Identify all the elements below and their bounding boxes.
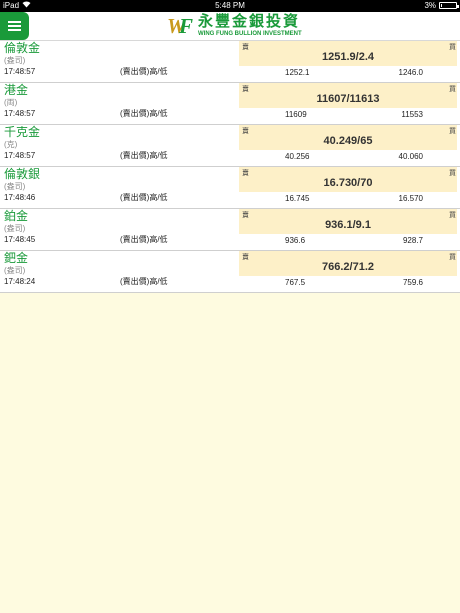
update-time: 17:48:24 [4, 277, 36, 286]
menu-button[interactable] [0, 12, 29, 40]
quote-list: 倫敦金 (盎司) 17:48:57 (賣出價)高/低 賣 買 1251.9/2.… [0, 41, 460, 293]
update-time: 17:48:57 [4, 151, 36, 160]
range-caption: (賣出價)高/低 [120, 235, 168, 244]
bid-ask-quote: 16.730/70 [323, 177, 373, 189]
low-price: 11553 [401, 110, 423, 119]
product-unit: (盎司) [4, 182, 26, 191]
product-name: 港金 [4, 83, 29, 97]
clock: 5:48 PM [215, 1, 245, 10]
bid-ask-quote: 1251.9/2.4 [322, 51, 374, 63]
quote-row[interactable]: 倫敦銀 (盎司) 17:48:46 (賣出價)高/低 賣 買 16.730/70… [0, 167, 460, 209]
product-unit: (両) [4, 98, 18, 107]
logo-mark: WF [167, 13, 194, 39]
logo-chinese-name: 永豐金銀投資 [198, 13, 301, 30]
update-time: 17:48:46 [4, 193, 36, 202]
range-caption: (賣出價)高/低 [120, 193, 168, 202]
low-price: 759.6 [402, 278, 423, 287]
range-caption: (賣出價)高/低 [120, 67, 168, 76]
range-caption: (賣出價)高/低 [120, 277, 168, 286]
app-header: WF 永豐金銀投資 WING FUNG BULLION INVESTMENT [0, 12, 460, 41]
quote-row[interactable]: 港金 (両) 17:48:57 (賣出價)高/低 賣 買 11607/11613… [0, 83, 460, 125]
hamburger-line [8, 25, 21, 27]
hamburger-line [8, 29, 21, 31]
high-price: 1252.1 [285, 68, 310, 77]
product-unit: (克) [4, 140, 18, 149]
high-price: 40.256 [285, 152, 310, 161]
product-name: 鈀金 [4, 251, 29, 265]
hamburger-icon [8, 21, 21, 23]
high-price: 16.745 [285, 194, 310, 203]
low-price: 1246.0 [398, 68, 423, 77]
logo-english-name: WING FUNG BULLION INVESTMENT [198, 31, 302, 37]
status-bar: iPad 5:48 PM 3% [0, 0, 460, 12]
product-unit: (盎司) [4, 266, 26, 275]
battery-icon [439, 2, 459, 9]
product-unit: (盎司) [4, 224, 26, 233]
range-caption: (賣出價)高/低 [120, 151, 168, 160]
product-unit: (盎司) [4, 56, 26, 65]
update-time: 17:48:57 [4, 109, 36, 118]
high-price: 936.6 [285, 236, 306, 245]
bid-ask-quote: 766.2/71.2 [322, 261, 374, 273]
logo-mark-f: F [179, 14, 194, 38]
quote-row[interactable]: 鈀金 (盎司) 17:48:24 (賣出價)高/低 賣 買 766.2/71.2… [0, 251, 460, 293]
high-price: 11609 [285, 110, 307, 119]
range-caption: (賣出價)高/低 [120, 109, 168, 118]
low-price: 16.570 [398, 194, 423, 203]
bid-ask-quote: 11607/11613 [316, 93, 380, 105]
low-price: 40.060 [398, 152, 423, 161]
high-price: 767.5 [285, 278, 306, 287]
product-name: 千克金 [4, 125, 41, 139]
update-time: 17:48:45 [4, 235, 36, 244]
update-time: 17:48:57 [4, 67, 36, 76]
bid-ask-quote: 40.249/65 [323, 135, 373, 147]
battery-percent: 3% [424, 1, 436, 10]
product-name: 鉑金 [4, 209, 29, 223]
bid-ask-quote: 936.1/9.1 [325, 219, 371, 231]
product-name: 倫敦銀 [4, 167, 41, 181]
product-name: 倫敦金 [4, 41, 41, 55]
quote-row[interactable]: 倫敦金 (盎司) 17:48:57 (賣出價)高/低 賣 買 1251.9/2.… [0, 41, 460, 83]
quote-row[interactable]: 千克金 (克) 17:48:57 (賣出價)高/低 賣 買 40.249/65 … [0, 125, 460, 167]
low-price: 928.7 [402, 236, 423, 245]
company-logo: WF 永豐金銀投資 WING FUNG BULLION INVESTMENT [167, 13, 312, 40]
quote-row[interactable]: 鉑金 (盎司) 17:48:45 (賣出價)高/低 賣 買 936.1/9.1 … [0, 209, 460, 251]
